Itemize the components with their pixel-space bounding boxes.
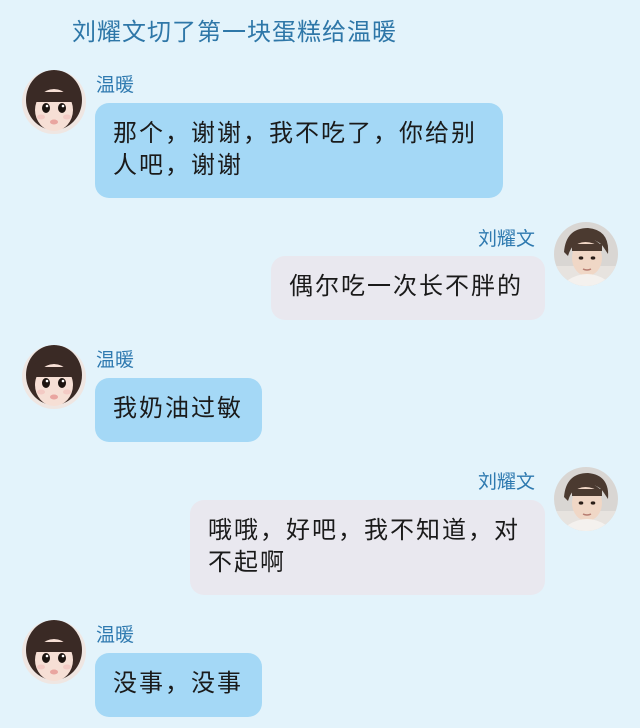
message-bubble[interactable]: 没事，没事 (95, 653, 262, 717)
boy-avatar-icon (554, 222, 618, 286)
message-bubble[interactable]: 偶尔吃一次长不胖的 (271, 256, 545, 320)
message-bubble[interactable]: 那个，谢谢，我不吃了，你给别人吧，谢谢 (95, 103, 503, 198)
sender-name: 温暖 (96, 349, 135, 371)
girl-avatar-icon (22, 620, 86, 684)
sender-avatar-right[interactable] (554, 467, 618, 531)
sender-name: 刘耀文 (478, 228, 536, 250)
sender-avatar-left[interactable] (22, 70, 86, 134)
girl-avatar-icon (22, 70, 86, 134)
message-bubble[interactable]: 哦哦，好吧，我不知道，对不起啊 (190, 500, 545, 595)
girl-avatar-icon (22, 345, 86, 409)
page-title: 刘耀文切了第一块蛋糕给温暖 (72, 18, 397, 46)
sender-name: 温暖 (96, 624, 135, 646)
message-bubble[interactable]: 我奶油过敏 (95, 378, 262, 442)
sender-avatar-left[interactable] (22, 345, 86, 409)
sender-name: 刘耀文 (478, 471, 536, 493)
sender-name: 温暖 (96, 74, 135, 96)
sender-avatar-left[interactable] (22, 620, 86, 684)
sender-avatar-right[interactable] (554, 222, 618, 286)
boy-avatar-icon (554, 467, 618, 531)
